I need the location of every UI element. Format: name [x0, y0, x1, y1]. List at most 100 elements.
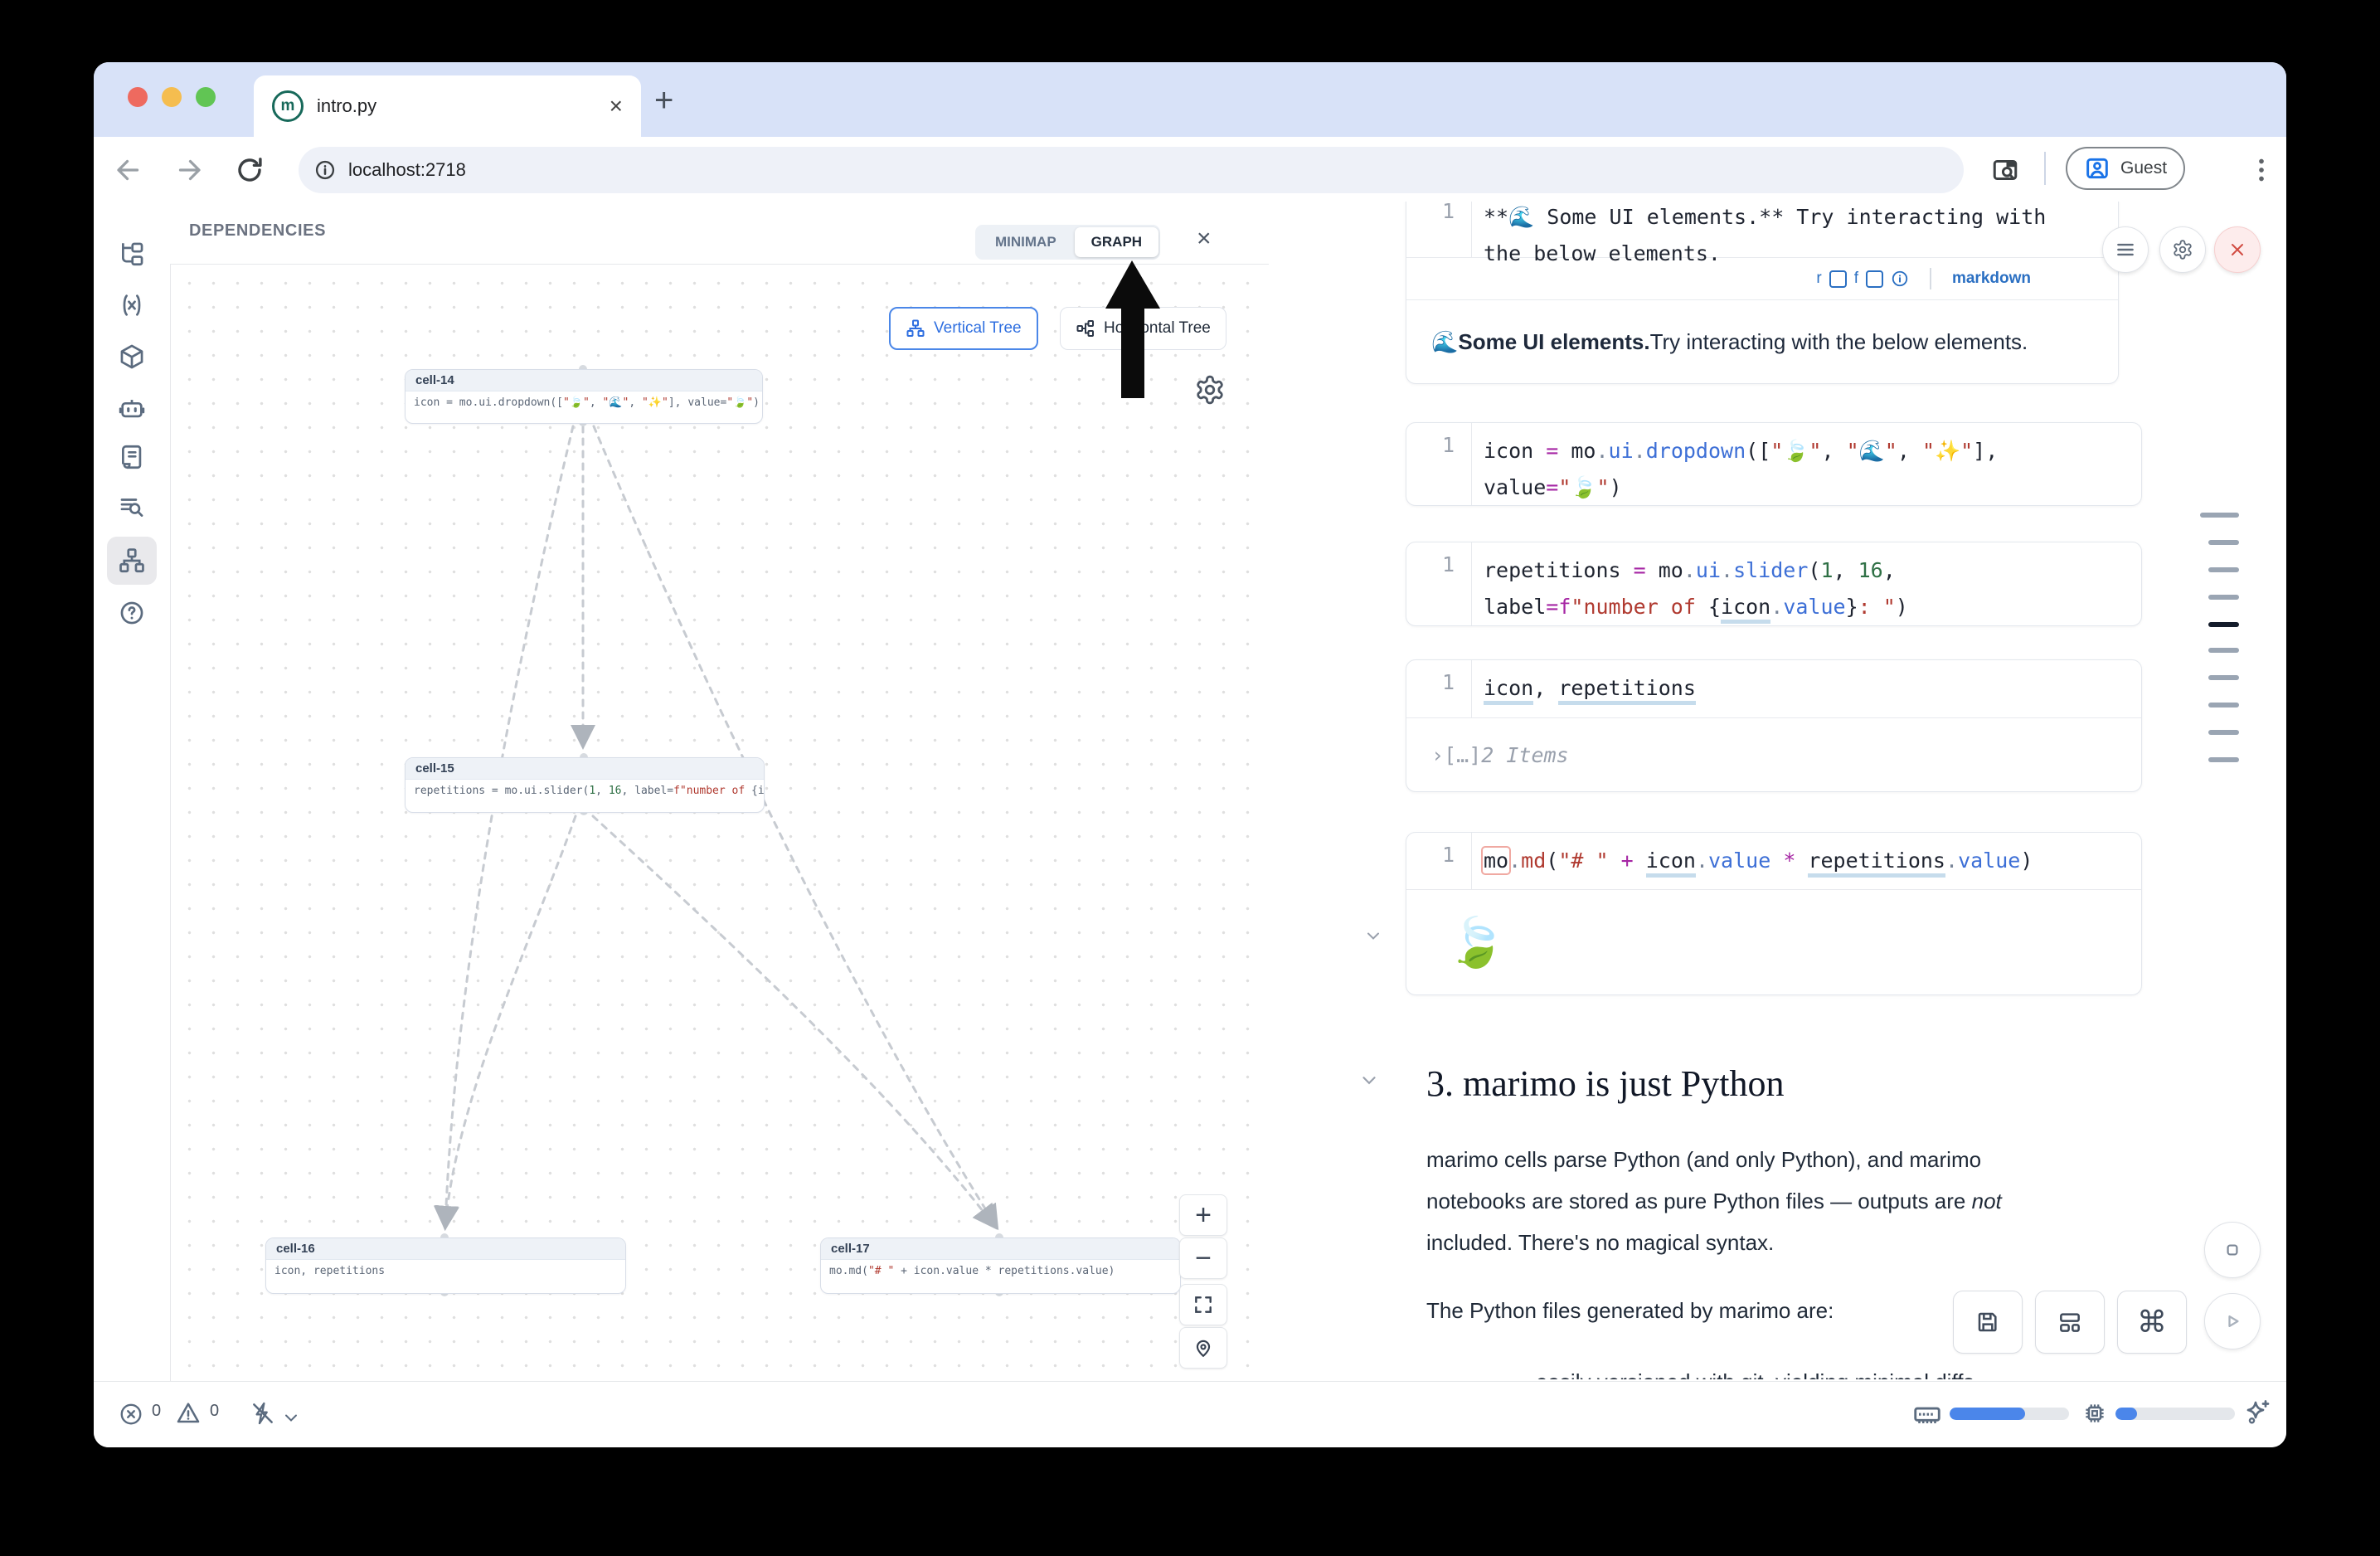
annotation-arrow-cursor — [1089, 251, 1180, 409]
scroll-marker[interactable] — [2208, 757, 2239, 762]
graph-settings-gear-icon[interactable] — [1194, 374, 1226, 406]
fit-view-button[interactable] — [1179, 1284, 1227, 1325]
language-badge[interactable]: markdown — [1952, 270, 2031, 288]
node-code: mo.md("# " + icon.value * repetitions.va… — [821, 1260, 1180, 1282]
warnings-icon[interactable] — [175, 1400, 202, 1427]
stop-icon — [2222, 1239, 2243, 1261]
zoom-out-button[interactable]: − — [1179, 1238, 1227, 1279]
cell-code-editor[interactable]: mo.md("# " + icon.value * repetitions.va… — [1471, 833, 2141, 889]
tab-title: intro.py — [317, 95, 610, 117]
play-icon — [2221, 1310, 2244, 1333]
line-number: 1 — [1406, 423, 1471, 506]
graph-node-cell-15[interactable]: cell-15 repetitions = mo.ui.slider(1, 16… — [405, 757, 765, 813]
toggle-r-checkbox[interactable] — [1829, 270, 1847, 288]
scroll-marker[interactable] — [2200, 513, 2239, 518]
layout-icon — [2057, 1309, 2083, 1335]
info-icon[interactable] — [1891, 270, 1909, 288]
cell-code-editor[interactable]: icon = mo.ui.dropdown(["🍃", "🌊", "✨"], v… — [1471, 423, 2141, 506]
notebook-cell-dropdown[interactable]: 1 icon = mo.ui.dropdown(["🍃", "🌊", "✨"],… — [1406, 422, 2142, 506]
cell-code-editor[interactable]: repetitions = mo.ui.slider(1, 16, label=… — [1471, 542, 2141, 626]
cell-config-button[interactable] — [2159, 226, 2206, 273]
chevron-down-icon[interactable] — [281, 1408, 301, 1427]
notebook-cell-tuple[interactable]: 1 icon, repetitions › [ … ] 2 Items — [1406, 659, 2142, 792]
toggle-r-label: r — [1816, 270, 1821, 288]
section-heading: 3. marimo is just Python — [1426, 1062, 1784, 1105]
forward-icon[interactable] — [174, 155, 204, 185]
vertical-tree-icon — [906, 318, 925, 338]
locate-button[interactable] — [1179, 1327, 1227, 1369]
shortcuts-button[interactable]: ⌘ — [2117, 1291, 2187, 1354]
output-collapse-chevron-icon[interactable] — [1363, 926, 1383, 946]
notebook-cell-slider[interactable]: 1 repetitions = mo.ui.slider(1, 16, labe… — [1406, 542, 2142, 626]
scroll-marker[interactable] — [2208, 648, 2239, 653]
graph-node-cell-17[interactable]: cell-17 mo.md("# " + icon.value * repeti… — [820, 1238, 1181, 1294]
memory-icon[interactable] — [1911, 1399, 1943, 1431]
cpu-usage-fill — [2115, 1408, 2137, 1420]
scroll-marker[interactable] — [2208, 540, 2239, 545]
layout-button[interactable] — [2035, 1291, 2105, 1354]
url-bar[interactable]: localhost:2718 — [299, 147, 1964, 193]
line-number: 1 — [1406, 542, 1471, 626]
tab-minimap[interactable]: MINIMAP — [977, 234, 1075, 250]
dependency-graph-canvas[interactable]: Vertical Tree Horizontal Tree cell-14 ic… — [170, 264, 1269, 1381]
node-title: cell-17 — [821, 1238, 1180, 1260]
node-title: cell-16 — [266, 1238, 625, 1260]
traffic-light-close[interactable] — [128, 87, 148, 107]
panel-close-icon[interactable]: × — [1197, 226, 1212, 251]
run-button[interactable] — [2204, 1293, 2261, 1349]
command-icon: ⌘ — [2137, 1305, 2167, 1340]
sidebar-item-packages[interactable] — [118, 343, 146, 371]
toggle-f-checkbox[interactable] — [1866, 270, 1883, 288]
section-collapse-chevron-icon[interactable] — [1358, 1069, 1380, 1091]
traffic-light-minimize[interactable] — [162, 87, 182, 107]
new-tab-button[interactable]: + — [654, 82, 673, 119]
cell-delete-button[interactable] — [2214, 226, 2261, 273]
back-icon[interactable] — [114, 155, 143, 185]
browser-tab[interactable]: m intro.py × — [254, 75, 641, 137]
sidebar-item-logs[interactable] — [118, 443, 146, 471]
cell-output: 🌊 Some UI elements. Try interacting with… — [1406, 299, 2118, 384]
sidebar-item-dependencies[interactable] — [118, 547, 146, 575]
tab-close-icon[interactable]: × — [610, 95, 623, 118]
vertical-tree-button[interactable]: Vertical Tree — [889, 307, 1038, 350]
node-title: cell-15 — [406, 758, 764, 780]
scroll-marker[interactable] — [2208, 730, 2239, 735]
reload-icon[interactable] — [235, 155, 265, 185]
save-button[interactable] — [1953, 1291, 2023, 1354]
panel-title: DEPENDENCIES — [189, 221, 326, 241]
cpu-icon[interactable] — [2081, 1399, 2109, 1427]
stop-button[interactable] — [2204, 1222, 2261, 1278]
cell-code-editor[interactable]: icon, repetitions — [1471, 660, 2141, 717]
cell-output-collapsed[interactable]: › [ … ] 2 Items — [1406, 717, 2141, 791]
zoom-in-button[interactable]: + — [1179, 1194, 1227, 1236]
scroll-marker[interactable] — [2208, 703, 2239, 707]
graph-node-cell-14[interactable]: cell-14 icon = mo.ui.dropdown(["🍃", "🌊",… — [405, 369, 763, 424]
scroll-marker[interactable] — [2208, 567, 2239, 572]
scroll-marker[interactable] — [2208, 595, 2239, 600]
scroll-marker-active[interactable] — [2208, 622, 2239, 627]
browser-menu-icon[interactable] — [2246, 155, 2276, 185]
cell-code-editor[interactable]: **🌊 Some UI elements.** Try interacting … — [1471, 202, 2118, 257]
ai-sparkle-icon[interactable] — [2243, 1398, 2273, 1427]
autorun-disabled-icon[interactable] — [250, 1400, 276, 1427]
sidebar-item-file-tree[interactable] — [118, 240, 146, 268]
sidebar-item-variables[interactable] — [118, 291, 146, 319]
node-code: repetitions = mo.ui.slider(1, 16, label=… — [406, 780, 764, 802]
sidebar-item-snippets[interactable] — [118, 493, 146, 521]
traffic-light-zoom[interactable] — [196, 87, 216, 107]
close-icon — [2227, 240, 2247, 260]
error-count: 0 — [152, 1402, 161, 1421]
sidebar-item-help[interactable] — [118, 599, 146, 627]
section-paragraph: marimo cells parse Python (and only Pyth… — [1426, 1139, 2081, 1263]
search-tabs-icon[interactable] — [1990, 155, 2020, 185]
graph-node-cell-16[interactable]: cell-16 icon, repetitions — [265, 1238, 626, 1294]
sidebar-item-ai-assistant[interactable] — [118, 394, 146, 422]
notebook-cell-momd[interactable]: 1 mo.md("# " + icon.value * repetitions.… — [1406, 832, 2142, 995]
profile-button[interactable]: Guest — [2066, 147, 2185, 190]
errors-icon[interactable] — [119, 1402, 143, 1427]
site-info-icon[interactable] — [313, 158, 337, 182]
notebook-cell-markdown[interactable]: 1 **🌊 Some UI elements.** Try interactin… — [1406, 202, 2119, 384]
graph-edges — [170, 264, 1269, 1381]
scroll-marker[interactable] — [2208, 675, 2239, 680]
cell-menu-button[interactable] — [2102, 226, 2149, 273]
